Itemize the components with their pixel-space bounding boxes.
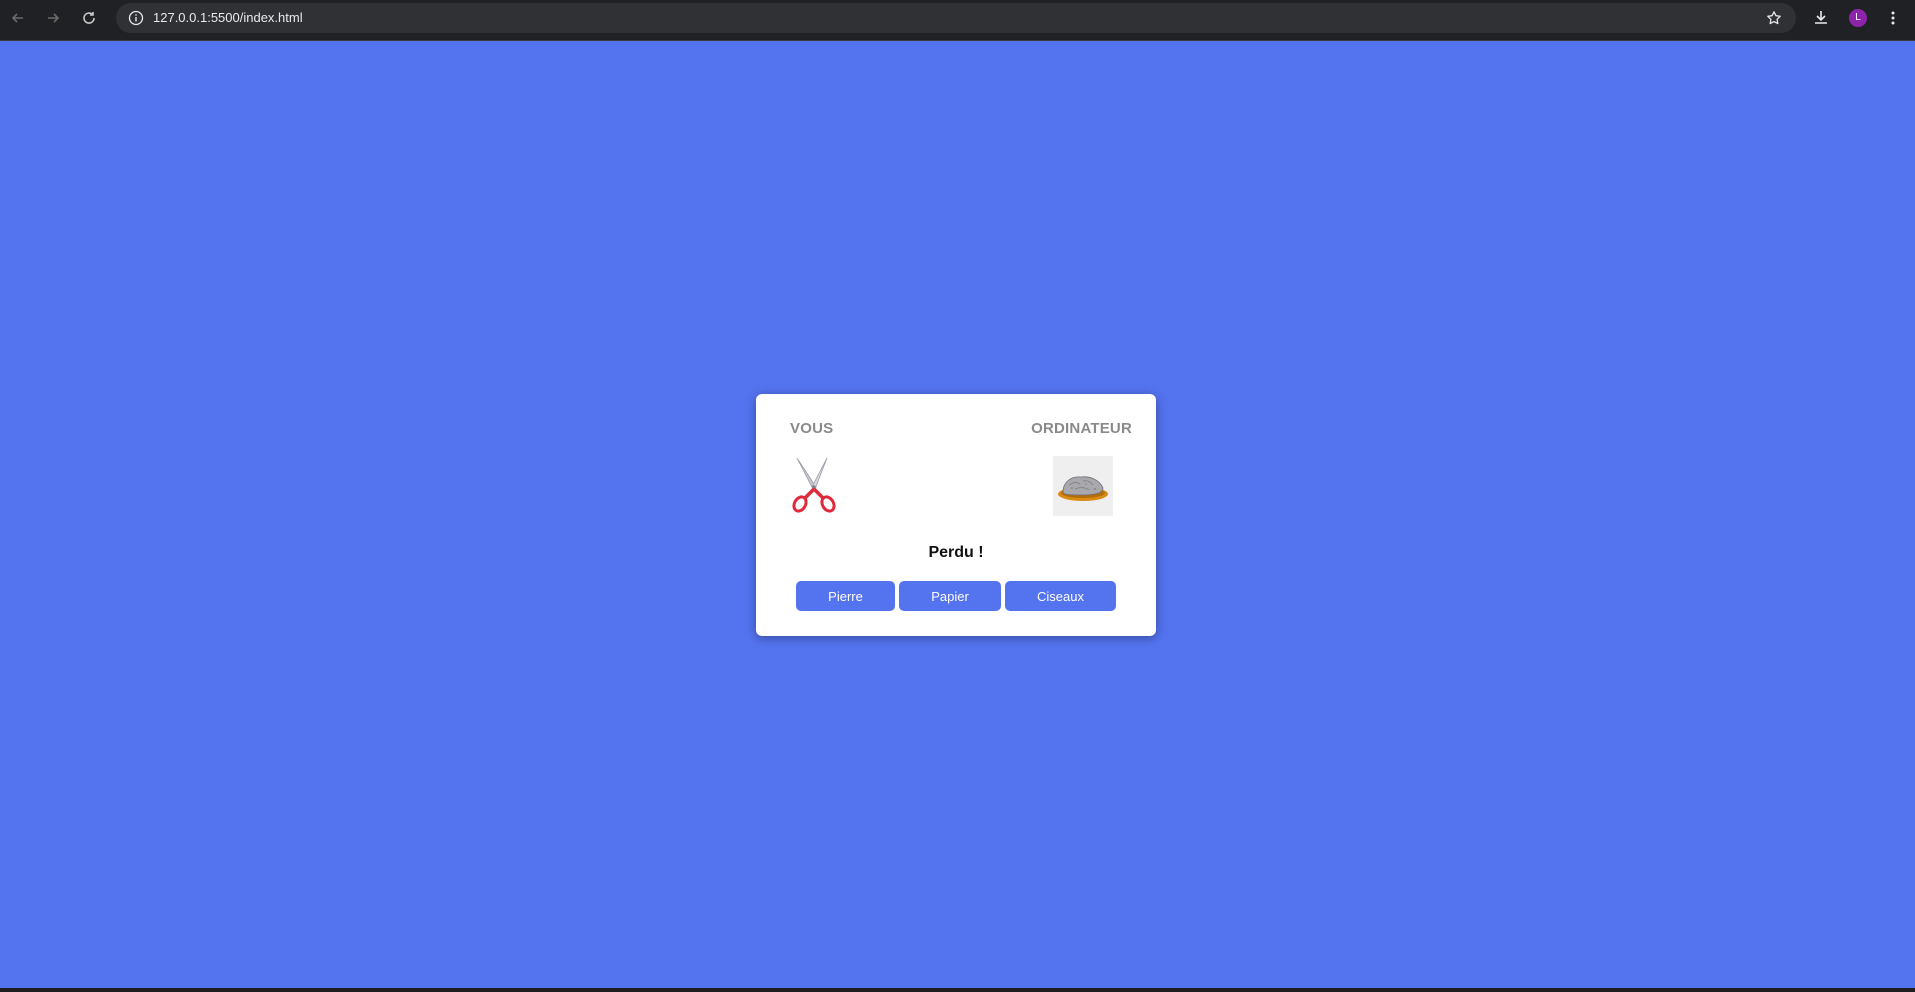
address-bar[interactable]: 127.0.0.1:5500/index.html xyxy=(116,3,1796,33)
scissors-icon xyxy=(785,456,845,516)
download-icon[interactable] xyxy=(1810,7,1832,29)
reload-icon[interactable] xyxy=(77,6,101,30)
info-icon[interactable] xyxy=(126,8,146,28)
back-arrow-icon[interactable] xyxy=(6,6,30,30)
choice-buttons: Pierre Papier Ciseaux xyxy=(796,581,1116,611)
more-vert-icon[interactable] xyxy=(1882,7,1904,29)
paper-button[interactable]: Papier xyxy=(899,581,1001,611)
profile-avatar[interactable]: L xyxy=(1847,7,1869,29)
rock-button[interactable]: Pierre xyxy=(796,581,895,611)
computer-label: ORDINATEUR xyxy=(1031,420,1132,437)
avatar: L xyxy=(1849,9,1867,27)
rock-icon xyxy=(1053,456,1113,516)
browser-toolbar: 127.0.0.1:5500/index.html L xyxy=(0,0,1915,41)
game-card: VOUS ORDINATEUR Perdu ! Pierre Papier Ci… xyxy=(756,394,1156,636)
forward-arrow-icon[interactable] xyxy=(41,6,65,30)
player-label: VOUS xyxy=(790,420,834,437)
star-icon[interactable] xyxy=(1764,8,1784,28)
url-text[interactable]: 127.0.0.1:5500/index.html xyxy=(153,3,303,33)
taskbar-strip xyxy=(0,988,1915,992)
result-text: Perdu ! xyxy=(928,544,984,561)
scissors-button[interactable]: Ciseaux xyxy=(1005,581,1116,611)
